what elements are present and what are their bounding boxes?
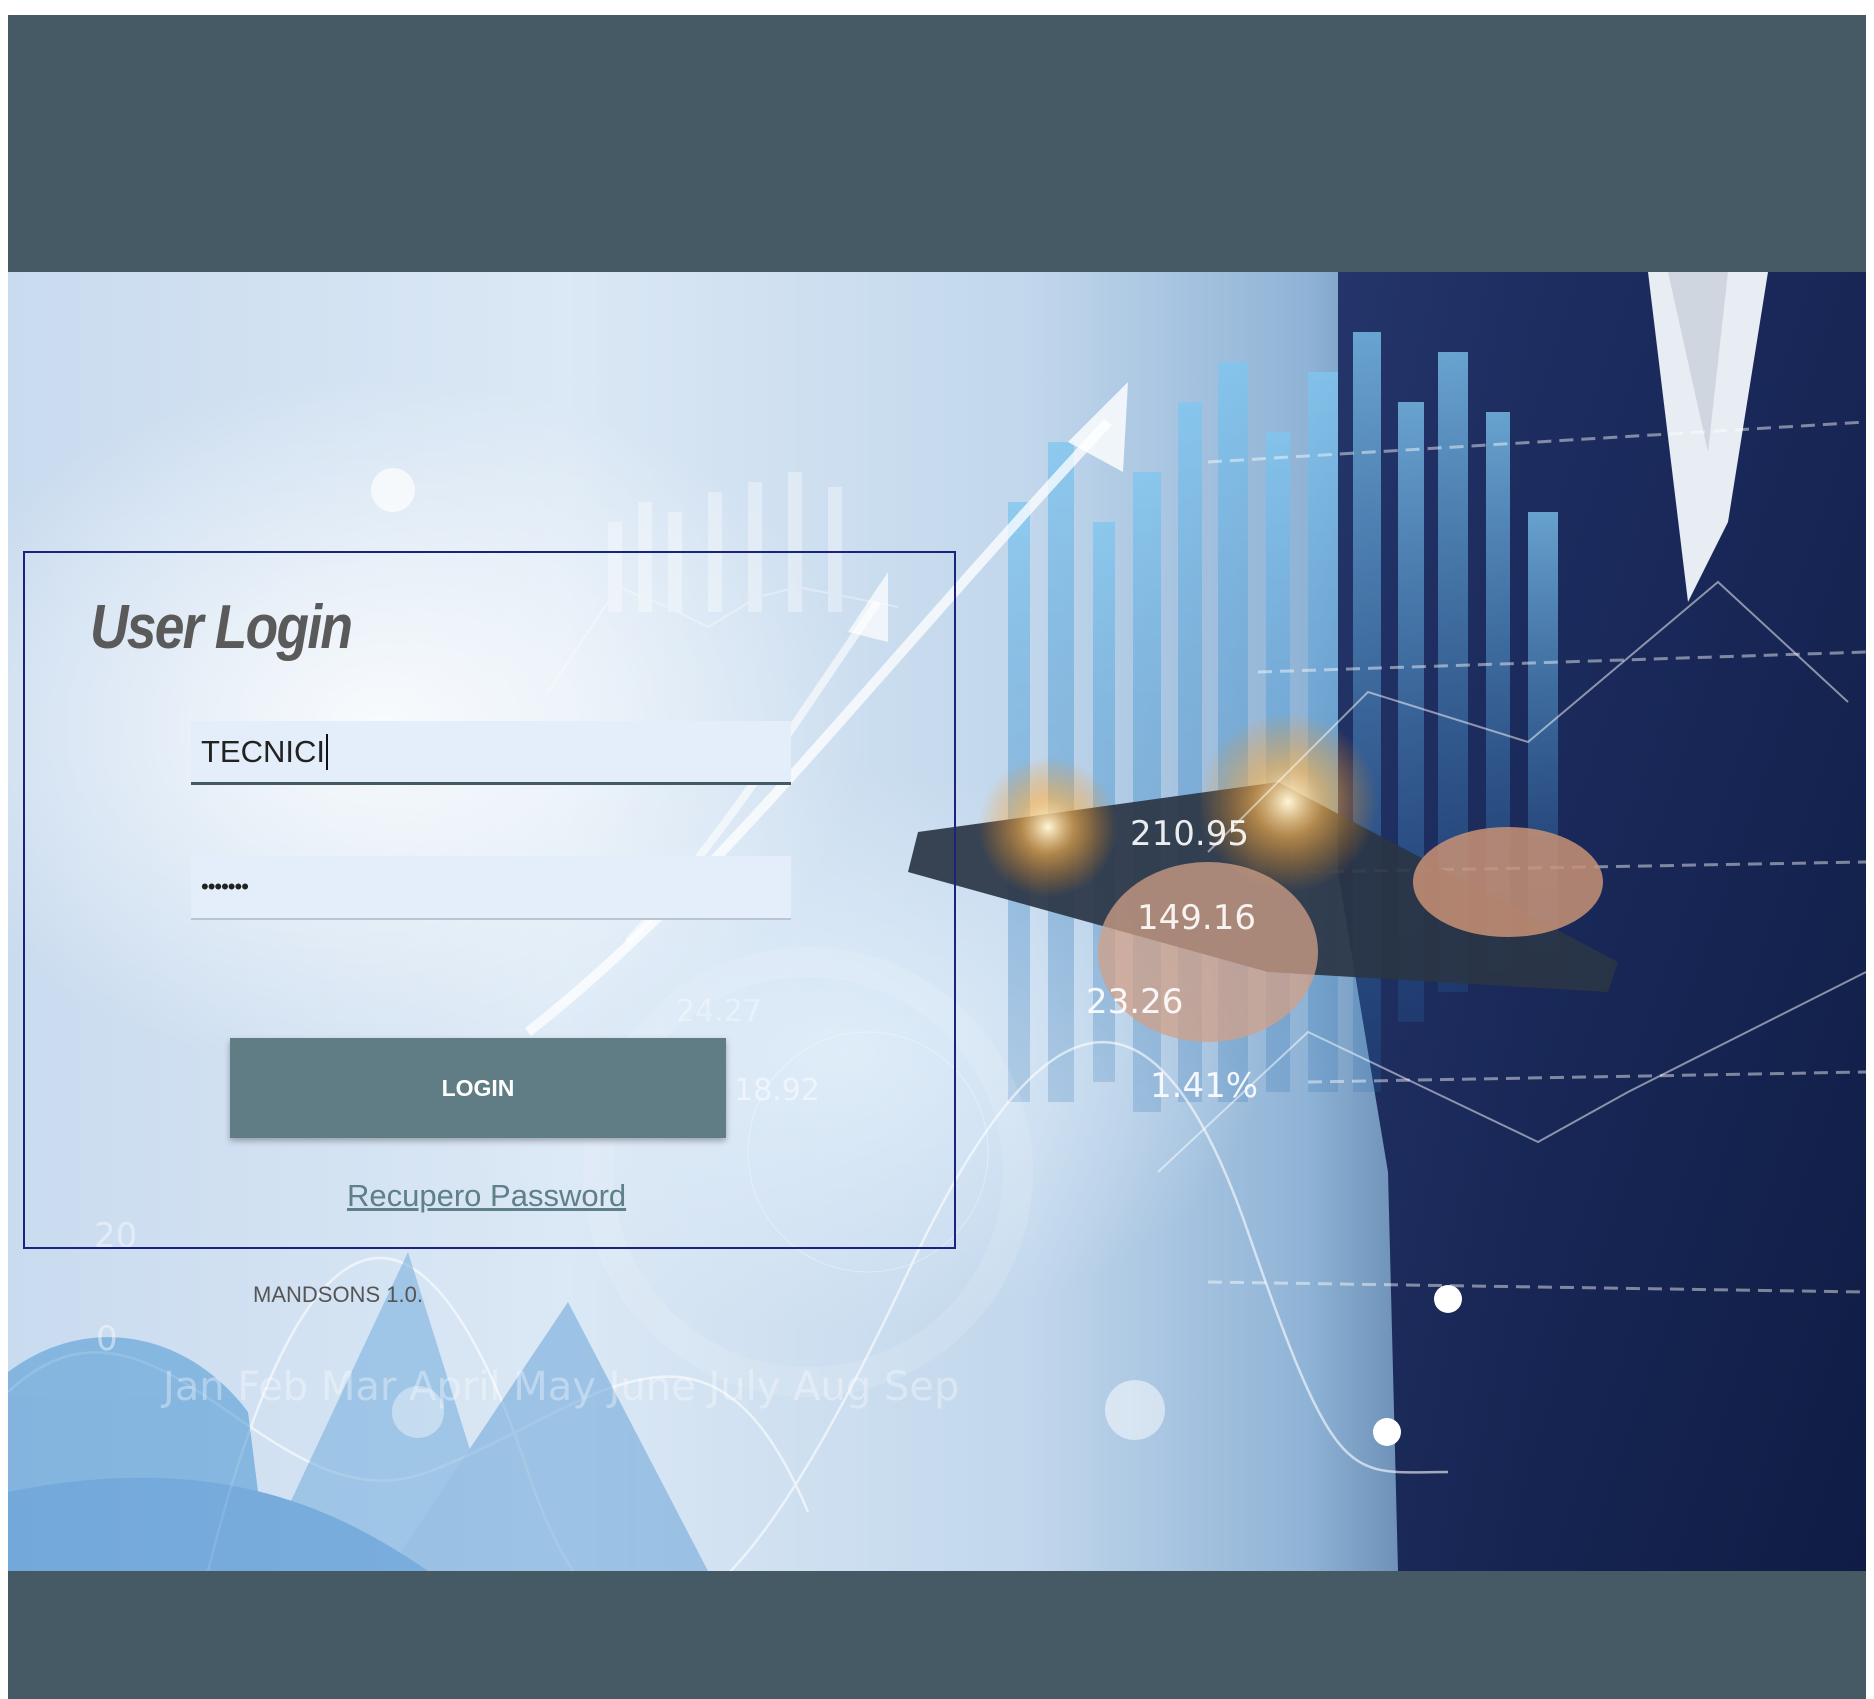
overlay-value-3: 23.26 — [1086, 982, 1183, 1022]
overlay-value-1: 210.95 — [1130, 814, 1249, 854]
login-title: User Login — [90, 593, 353, 662]
recover-password-link[interactable]: Recupero Password — [347, 1178, 626, 1214]
login-button[interactable]: LOGIN — [230, 1038, 726, 1138]
header-bar — [8, 15, 1866, 272]
password-input[interactable]: ••••••• — [191, 856, 791, 920]
overlay-month-labels: Jan Feb Mar April May June July Aug Sep — [160, 1364, 959, 1410]
overlay-value-2: 149.16 — [1137, 898, 1256, 938]
username-value: TECNICI — [201, 733, 325, 769]
overlay-axis-0: 0 — [96, 1319, 118, 1359]
footer-bar — [8, 1571, 1866, 1699]
text-caret — [326, 733, 328, 770]
username-input[interactable]: TECNICI — [191, 721, 791, 785]
version-label: MANDSONS 1.0. — [253, 1282, 423, 1307]
password-value: ••••••• — [201, 874, 249, 899]
overlay-value-4: 1.41% — [1150, 1066, 1258, 1106]
